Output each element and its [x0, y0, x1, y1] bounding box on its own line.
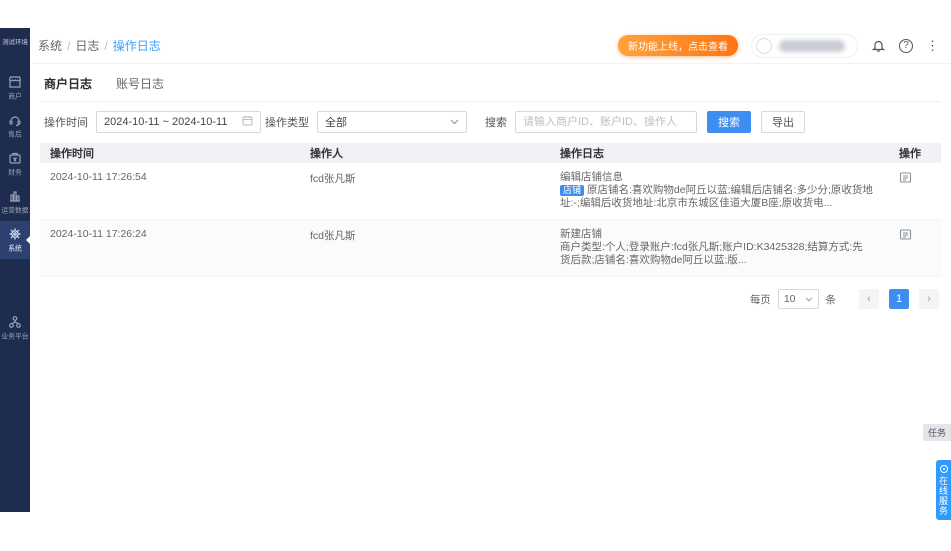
log-badge: 店铺 [560, 185, 584, 196]
bell-icon[interactable] [871, 38, 886, 53]
cell-log: 新建店铺 商户类型:个人;登录账户:fcd张凡斯;账户ID:K3425328;结… [560, 228, 885, 267]
date-range-picker[interactable]: 2024-10-11 ~ 2024-10-11 [96, 111, 261, 133]
operation-type-select[interactable]: 全部 [317, 111, 467, 133]
per-page-select[interactable]: 10 [778, 289, 819, 309]
org-chart-icon [8, 315, 22, 329]
breadcrumb: 系统 / 日志 / 操作日志 [38, 37, 161, 54]
table-row: 2024-10-11 17:26:54 fcd张凡斯 编辑店铺信息 店铺原店铺名… [40, 163, 941, 220]
sidebar-item-merchant[interactable]: 商户 [0, 69, 30, 107]
new-feature-banner[interactable]: 新功能上线，点击查看 [618, 35, 738, 56]
cell-action [885, 171, 941, 187]
gear-icon [8, 227, 22, 241]
table-header: 操作时间 操作人 操作日志 操作 [40, 143, 941, 163]
table-row: 2024-10-11 17:26:24 fcd张凡斯 新建店铺 商户类型:个人;… [40, 220, 941, 277]
chevron-down-icon [450, 116, 459, 128]
more-menu-icon[interactable]: ⋮ [926, 39, 939, 53]
log-detail-text: 商户类型:个人;登录账户:fcd张凡斯;账户ID:K3425328;结算方式:先… [560, 241, 873, 267]
app-window: 测试环境 商户 售后 [0, 0, 951, 551]
search-input-wrap [515, 111, 697, 133]
topbar-right-cluster: 新功能上线，点击查看 ? ⋮ [618, 34, 939, 58]
sidebar-item-aftersales[interactable]: 售后 [0, 107, 30, 145]
breadcrumb-logs[interactable]: 日志 [75, 37, 99, 54]
operation-type-value: 全部 [325, 114, 347, 130]
column-header-operator: 操作人 [310, 145, 560, 161]
sidebar-item-label: 售后 [8, 129, 22, 138]
search-input[interactable] [523, 116, 689, 128]
breadcrumb-operation-logs[interactable]: 操作日志 [113, 37, 161, 54]
log-tabs: 商户日志 账号日志 [40, 64, 941, 102]
column-header-action: 操作 [885, 145, 941, 161]
cell-log: 编辑店铺信息 店铺原店铺名:喜欢购物de阿丘以蓝;编辑后店铺名:多少分;原收货地… [560, 171, 885, 210]
storefront-icon [8, 75, 22, 89]
breadcrumb-system[interactable]: 系统 [38, 37, 62, 54]
task-floating-tab[interactable]: 任务 [923, 424, 951, 441]
sidebar-item-business-platform[interactable]: 业务平台 [0, 309, 30, 347]
next-page-button[interactable]: › [919, 289, 939, 309]
per-page-value: 10 [784, 293, 796, 305]
online-service-floating-tab[interactable]: 在线服务 [936, 460, 951, 520]
tab-account-logs[interactable]: 账号日志 [116, 75, 164, 92]
user-account-pill[interactable] [751, 34, 858, 58]
view-log-icon[interactable] [899, 171, 912, 184]
export-button[interactable]: 导出 [761, 111, 805, 133]
cell-time: 2024-10-11 17:26:54 [40, 171, 310, 183]
pagination: 每页 10 条 ‹ 1 › [40, 277, 941, 321]
log-detail-text: 原店铺名:喜欢购物de阿丘以蓝;编辑后店铺名:多少分;原收货地址:-;编辑后收货… [560, 184, 873, 209]
sidebar-item-finance[interactable]: 财务 [0, 145, 30, 183]
search-label: 搜索 [485, 114, 507, 130]
top-bar: 系统 / 日志 / 操作日志 新功能上线，点击查看 ? [30, 28, 951, 64]
avatar [756, 38, 772, 54]
sidebar-item-operations-data[interactable]: 运营数据 [0, 183, 30, 221]
column-header-time: 操作时间 [40, 145, 310, 161]
service-tab-label: 在线服务 [937, 476, 950, 516]
type-filter-label: 操作类型 [265, 114, 309, 130]
content: 商户日志 账号日志 操作时间 2024-10-11 ~ 2024-10-11 操… [30, 64, 951, 321]
bar-chart-icon [8, 189, 22, 203]
cell-operator: fcd张凡斯 [310, 171, 560, 186]
sidebar-item-label: 财务 [8, 167, 22, 176]
log-title: 编辑店铺信息 [560, 171, 873, 184]
time-filter-label: 操作时间 [44, 114, 88, 130]
help-icon[interactable]: ? [899, 39, 913, 53]
sidebar-item-system[interactable]: 系统 [0, 221, 30, 259]
calendar-icon [242, 115, 253, 129]
cell-action [885, 228, 941, 244]
breadcrumb-separator: / [67, 39, 70, 53]
prev-page-button[interactable]: ‹ [859, 289, 879, 309]
breadcrumb-separator: / [104, 39, 107, 53]
chevron-down-icon [805, 293, 813, 305]
view-log-icon[interactable] [899, 228, 912, 241]
search-button[interactable]: 搜索 [707, 111, 751, 133]
service-icon [940, 465, 948, 473]
cell-operator: fcd张凡斯 [310, 228, 560, 243]
date-range-value: 2024-10-11 ~ 2024-10-11 [104, 116, 227, 128]
sidebar-logo: 测试环境 [1, 37, 29, 46]
username-redacted [779, 40, 845, 52]
filter-bar: 操作时间 2024-10-11 ~ 2024-10-11 操作类型 全部 [40, 102, 941, 141]
cell-time: 2024-10-11 17:26:24 [40, 228, 310, 240]
per-page-prefix: 每页 [750, 292, 771, 307]
tab-merchant-logs[interactable]: 商户日志 [44, 75, 92, 92]
per-page-suffix: 条 [826, 292, 837, 307]
finance-icon [8, 151, 22, 165]
sidebar-item-label: 商户 [8, 91, 22, 100]
log-detail: 店铺原店铺名:喜欢购物de阿丘以蓝;编辑后店铺名:多少分;原收货地址:-;编辑后… [560, 184, 873, 210]
sidebar-item-label: 系统 [8, 243, 22, 252]
sidebar: 测试环境 商户 售后 [0, 28, 30, 512]
main-area: 系统 / 日志 / 操作日志 新功能上线，点击查看 ? [30, 28, 951, 512]
log-title: 新建店铺 [560, 228, 873, 241]
column-header-log: 操作日志 [560, 145, 885, 161]
headset-icon [8, 113, 22, 127]
page-number-1[interactable]: 1 [889, 289, 909, 309]
sidebar-item-label: 运营数据 [1, 205, 28, 214]
sidebar-item-label: 业务平台 [1, 331, 28, 340]
